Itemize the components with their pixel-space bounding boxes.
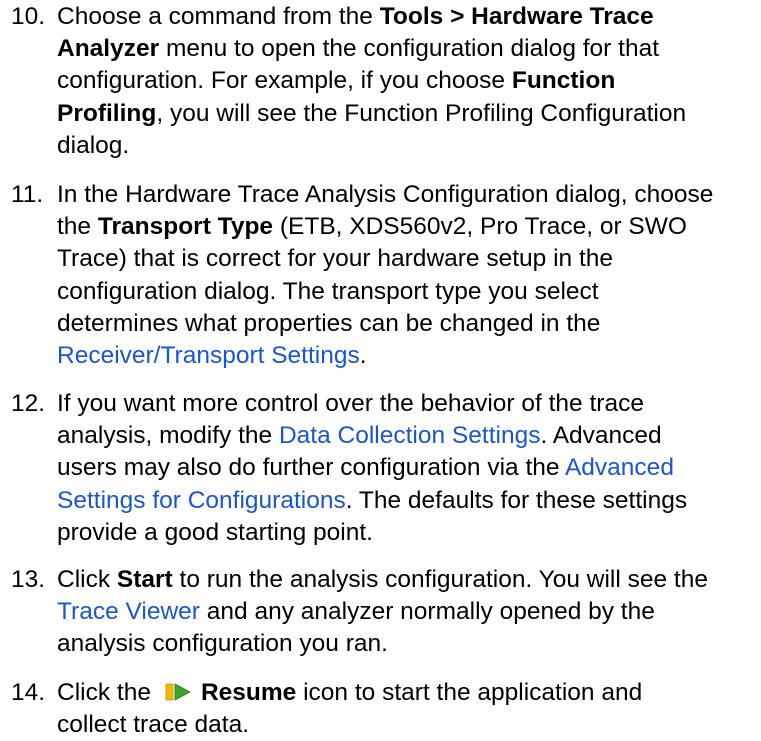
text-run: dialog. xyxy=(57,131,130,159)
text-run: configuration dialog. The transport type… xyxy=(57,277,599,305)
ui-term: Start xyxy=(116,566,173,593)
link-receiver-transport-settings[interactable]: Receiver/Transport Settings xyxy=(57,342,360,369)
text-run: . The defaults for these settings xyxy=(345,486,688,514)
step-text-line: Trace Viewer and any analyzer normally o… xyxy=(57,596,655,628)
text-run: icon to start the application and xyxy=(296,679,643,706)
step-text-line: dialog. xyxy=(57,130,129,162)
resume-icon xyxy=(165,683,191,701)
step-text-line: users may also do further configuration … xyxy=(57,452,674,484)
step-text-line: configuration. For example, if you choos… xyxy=(57,65,615,97)
text-run: configuration. For example, if you choos… xyxy=(57,67,512,95)
text-run: users may also do further configuration … xyxy=(57,454,565,482)
text-run: analysis, modify the xyxy=(57,422,279,450)
text-run: In the Hardware Trace Analysis Configura… xyxy=(57,181,714,208)
step-text-line: Click Start to run the analysis configur… xyxy=(57,564,708,596)
text-run: (ETB, XDS560v2, Pro Trace, or SWO xyxy=(273,213,687,241)
step-text-line: Settings for Configurations. The default… xyxy=(57,485,687,517)
step-text-line: Choose a command from the Tools > Hardwa… xyxy=(57,1,654,33)
step-text-line: determines what properties can be change… xyxy=(57,308,600,340)
step-text-line: Analyzer menu to open the configuration … xyxy=(57,33,659,65)
text-run: to run the analysis configuration. You w… xyxy=(172,566,708,593)
text-run: provide a good starting point. xyxy=(57,518,373,546)
ui-term: Transport Type xyxy=(97,213,274,241)
text-run: Click xyxy=(57,566,117,593)
ui-term: Resume xyxy=(200,679,297,706)
step-text-line: If you want more control over the behavi… xyxy=(57,388,644,420)
text-run: Trace) that is correct for your hardware… xyxy=(57,245,614,273)
text-run: menu to open the configuration dialog fo… xyxy=(159,35,660,63)
text-run: analysis configuration you ran. xyxy=(57,630,388,658)
step-text-line: Click the Resume icon to start the applic… xyxy=(57,677,642,709)
step-number: 13. xyxy=(11,566,46,593)
text-run: collect trace data. xyxy=(57,711,250,739)
text-run: Choose a command from the xyxy=(57,3,380,30)
ui-term: Profiling xyxy=(57,99,157,127)
step-text-line: analysis, modify the Data Collection Set… xyxy=(57,420,662,452)
text-run: determines what properties can be change… xyxy=(57,309,601,337)
step-text-line: provide a good starting point. xyxy=(57,517,373,549)
ui-term: Analyzer xyxy=(57,35,160,63)
step-number: 10. xyxy=(11,3,46,30)
link-data-collection-settings[interactable]: Data Collection Settings xyxy=(279,422,540,449)
step-text-line: configuration dialog. The transport type… xyxy=(57,276,599,308)
text-run: . Advanced xyxy=(540,422,662,450)
link-trace-viewer[interactable]: Trace Viewer xyxy=(57,598,200,625)
step-text-line: the Transport Type (ETB, XDS560v2, Pro T… xyxy=(57,211,687,243)
text-run: the xyxy=(57,213,98,241)
step-text-line: collect trace data. xyxy=(57,709,249,741)
text-run: Click the xyxy=(57,679,151,706)
step-number: 11. xyxy=(11,181,44,208)
link-settings-for-configurations[interactable]: Settings for Configurations xyxy=(57,487,346,514)
text-run: If you want more control over the behavi… xyxy=(57,390,644,417)
step-text-line: Receiver/Transport Settings. xyxy=(57,340,367,372)
step-number: 14. xyxy=(11,679,46,706)
step-text-line: Trace) that is correct for your hardware… xyxy=(57,243,613,275)
text-run: , you will see the Function Profiling Co… xyxy=(156,99,687,127)
step-number: 12. xyxy=(11,390,46,417)
text-run: . xyxy=(359,342,367,369)
ui-term: Tools > Hardware Trace xyxy=(379,3,654,30)
step-text-line: analysis configuration you ran. xyxy=(57,628,388,660)
step-text-line: In the Hardware Trace Analysis Configura… xyxy=(57,179,713,211)
text-run: and any analyzer normally opened by the xyxy=(199,598,655,626)
link-advanced[interactable]: Advanced xyxy=(565,454,674,481)
step-text-line: Profiling, you will see the Function Pro… xyxy=(57,98,686,130)
ui-term: Function xyxy=(511,67,616,95)
